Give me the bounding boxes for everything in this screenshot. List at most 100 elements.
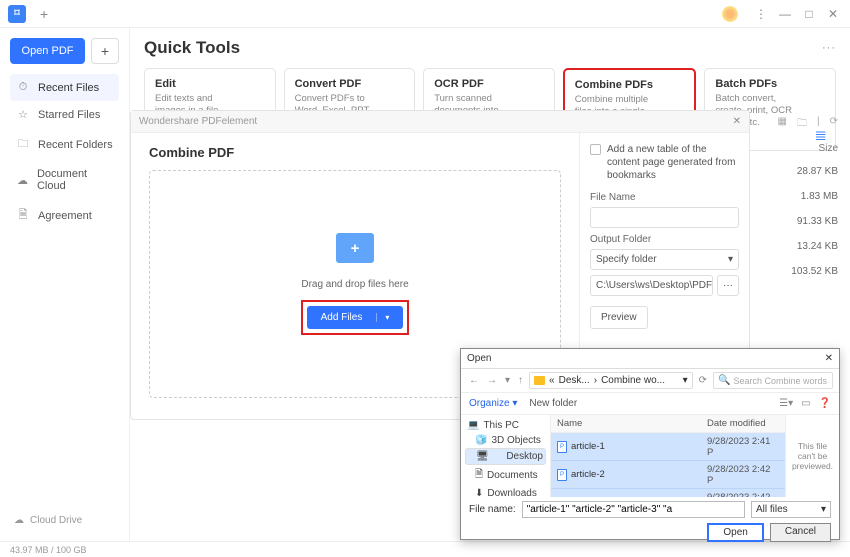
file-name-input[interactable] xyxy=(522,501,745,518)
sidebar-item-starred[interactable]: ☆ Starred Files xyxy=(10,101,119,128)
preview-toggle-button[interactable]: ▭ xyxy=(801,398,810,409)
combine-close-button[interactable]: ✕ xyxy=(733,116,741,127)
breadcrumb-part[interactable]: Desk... xyxy=(559,375,590,386)
breadcrumb[interactable]: « Desk... › Combine wo... ▾ xyxy=(529,372,693,389)
pdf-icon: P xyxy=(557,469,567,481)
sidebar-item-agreement[interactable]: 🗎 Agreement xyxy=(10,199,119,232)
sidebar-item-recent-files[interactable]: ⏱ Recent Files xyxy=(10,74,119,101)
grid-view-icon[interactable]: ▦ xyxy=(778,116,787,133)
file-size-value: 13.24 KB xyxy=(755,241,838,252)
bookmark-option-label: Add a new table of the content page gene… xyxy=(607,143,739,182)
chevron-down-icon: ▾ xyxy=(821,504,826,515)
dialog-titlebar: Open ✕ xyxy=(461,349,839,369)
add-files-button[interactable]: Add Files ▾ xyxy=(307,306,404,329)
tree-item-label: 3D Objects xyxy=(491,435,540,446)
drop-hint-text: Drag and drop files here xyxy=(301,279,408,290)
storage-status: 43.97 MB / 100 GB xyxy=(10,545,87,555)
window-minimize-button[interactable]: — xyxy=(776,7,794,21)
combine-window-title: Wondershare PDFelement xyxy=(139,116,257,127)
col-header-name[interactable]: Name xyxy=(551,415,701,432)
divider: | xyxy=(817,116,820,133)
preview-button[interactable]: Preview xyxy=(590,306,648,329)
browse-folder-button[interactable]: ··· xyxy=(717,275,739,296)
sidebar-item-document-cloud[interactable]: ☁ Document Cloud xyxy=(10,161,119,199)
dialog-preview-pane: This file can't be previewed. xyxy=(785,415,839,497)
document-icon: 🗎 xyxy=(475,467,483,484)
view-mode-button[interactable]: ☰▾ xyxy=(779,398,793,409)
sidebar-item-label: Recent Files xyxy=(38,82,99,94)
tool-title: Combine PDFs xyxy=(575,79,685,91)
tool-title: Edit xyxy=(155,78,265,90)
tree-item-downloads[interactable]: ⬇ Downloads xyxy=(465,486,546,501)
cube-icon: 🧊 xyxy=(475,435,487,446)
tool-title: OCR PDF xyxy=(434,78,544,90)
organize-menu[interactable]: Organize ▾ xyxy=(469,398,517,409)
tree-item-desktop[interactable]: 🖥 Desktop xyxy=(465,448,546,465)
output-path-field[interactable]: C:\Users\ws\Desktop\PDFelement\Com xyxy=(590,275,713,296)
dialog-cancel-button[interactable]: Cancel xyxy=(770,523,831,542)
chevron-down-icon: ▾ xyxy=(728,254,733,265)
search-placeholder: Search Combine words to pdf xyxy=(733,376,828,386)
add-folder-icon: + xyxy=(336,233,374,263)
new-tab-button[interactable]: + xyxy=(40,6,48,22)
file-size-value: 1.83 MB xyxy=(755,191,838,202)
nav-back-button[interactable]: ← xyxy=(467,375,481,386)
file-size-value: 28.87 KB xyxy=(755,166,838,177)
chevron-down-icon[interactable]: ▾ xyxy=(683,375,688,386)
chevron-down-icon[interactable]: ▾ xyxy=(503,375,512,386)
breadcrumb-sep: › xyxy=(594,375,597,386)
file-filter-select[interactable]: All files ▾ xyxy=(751,501,831,518)
window-titlebar: ⌑ + ⋮ — □ ✕ xyxy=(0,0,850,28)
new-folder-button[interactable]: New folder xyxy=(529,398,577,409)
tree-item-label: This PC xyxy=(483,420,519,431)
size-column-header: Size xyxy=(755,143,838,154)
help-icon[interactable]: ❓ xyxy=(819,398,831,409)
open-pdf-button[interactable]: Open PDF xyxy=(10,38,85,64)
dialog-open-button[interactable]: Open xyxy=(707,523,763,542)
sidebar-item-label: Starred Files xyxy=(38,109,100,121)
cloud-drive-row[interactable]: ☁ Cloud Drive xyxy=(10,510,119,531)
dialog-close-button[interactable]: ✕ xyxy=(825,353,833,364)
breadcrumb-part[interactable]: Combine wo... xyxy=(601,375,665,386)
ai-orb-icon[interactable] xyxy=(722,6,738,22)
tree-item-3d-objects[interactable]: 🧊 3D Objects xyxy=(465,433,546,448)
file-row[interactable]: Particle-3 9/28/2023 2:42 P xyxy=(551,489,785,497)
tree-item-this-pc[interactable]: 💻 This PC xyxy=(465,418,546,433)
dialog-title: Open xyxy=(467,353,491,364)
file-size-value: 91.33 KB xyxy=(755,216,838,227)
tree-item-label: Desktop xyxy=(506,451,543,462)
page-title: Quick Tools xyxy=(144,38,240,58)
file-row[interactable]: Particle-2 9/28/2023 2:42 P xyxy=(551,461,785,489)
file-name: article-2 xyxy=(571,469,605,480)
nav-forward-button[interactable]: → xyxy=(485,375,499,386)
sidebar-item-label: Recent Folders xyxy=(38,139,113,151)
dialog-search-input[interactable]: 🔍 Search Combine words to pdf xyxy=(713,372,833,389)
refresh-icon[interactable]: ⟳ xyxy=(830,116,838,133)
file-row[interactable]: Particle-1 9/28/2023 2:41 P xyxy=(551,433,785,461)
search-icon: 🔍 xyxy=(718,375,730,386)
col-header-date[interactable]: Date modified xyxy=(701,415,785,432)
file-name-input[interactable] xyxy=(590,207,739,228)
tree-item-documents[interactable]: 🗎 Documents xyxy=(465,465,546,486)
more-tools-button[interactable]: ··· xyxy=(822,42,836,54)
bookmark-checkbox[interactable] xyxy=(590,144,601,155)
refresh-button[interactable]: ⟳ xyxy=(697,375,709,386)
desktop-icon: 🖥 xyxy=(476,451,489,462)
sidebar: Open PDF + ⏱ Recent Files ☆ Starred File… xyxy=(0,28,130,541)
window-maximize-button[interactable]: □ xyxy=(800,7,818,21)
file-size-value: 103.52 KB xyxy=(755,266,838,277)
chevron-down-icon[interactable]: ▾ xyxy=(376,313,389,322)
cloud-icon: ☁ xyxy=(14,515,24,526)
pdf-icon: P xyxy=(557,441,567,453)
file-name-label: File Name xyxy=(590,192,739,203)
output-folder-label: Output Folder xyxy=(590,234,739,245)
nav-up-button[interactable]: ↑ xyxy=(516,375,525,386)
kebab-menu-icon[interactable]: ⋮ xyxy=(752,7,770,21)
new-file-button[interactable]: + xyxy=(91,38,119,64)
combine-titlebar: Wondershare PDFelement ✕ xyxy=(131,111,749,133)
sidebar-item-recent-folders[interactable]: 🗀 Recent Folders xyxy=(10,128,119,161)
window-close-button[interactable]: ✕ xyxy=(824,7,842,21)
calendar-icon[interactable]: 🗀 xyxy=(797,116,807,133)
specify-folder-select[interactable]: Specify folder ▾ xyxy=(590,249,739,270)
sidebar-item-label: Agreement xyxy=(38,210,92,222)
